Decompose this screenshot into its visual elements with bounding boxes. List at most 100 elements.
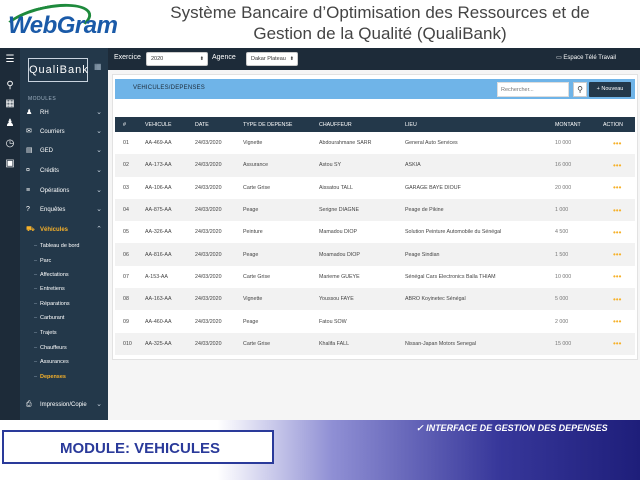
table-cell: Fatou SOW [319,318,347,325]
grid-icon[interactable]: ▦ [94,62,102,71]
table-cell: Assurance [235,154,311,177]
exercice-value: 2020 [151,56,164,62]
sidebar-item-vehicules[interactable]: ⛟ Véhicules ⌃ [20,223,108,237]
calendar-icon[interactable]: ▦ [4,98,16,110]
table-cell: 07 [123,273,129,280]
exercice-select[interactable]: 2020 ⬍ [146,52,208,66]
slide-title-line2: Gestion de la Qualité (QualiBank) [253,24,507,43]
sidebar-item-courriers[interactable]: ✉ Courriers ⌄ [20,125,108,139]
agence-label: Agence [212,54,236,61]
row-action-icon[interactable]: ••• [597,221,635,243]
print-icon: ⎙ [26,401,32,408]
icon-bar: ☰ ⚲ ▦ ♟ ◷ ▣ [0,48,20,420]
workspace-link[interactable]: ▭ Espace Télé Travail [556,54,616,61]
users-icon[interactable]: ♟ [4,118,16,130]
agence-select[interactable]: Dakar Plateau ⬍ [246,52,298,66]
search-button[interactable]: ⚲ [573,82,587,97]
sidebar-item-ged[interactable]: ▤ GED ⌄ [20,144,108,158]
slide-header: WebGram Système Bancaire d’Optimisation … [0,0,640,49]
table-cell: AA-460-AA [145,318,172,325]
table-cell: Vignette [235,288,311,311]
box-icon[interactable]: ▣ [4,158,16,170]
bullet-icon: – [34,301,38,307]
sidebar-item-label: RH [40,110,49,116]
sidebar-item-label: GED [40,148,54,154]
table-cell: 1 000 [547,198,597,222]
table-row: 010 AA-325-AA 24/03/2020 Carte Grise Khalifa… [115,332,635,355]
table-cell: 5 000 [547,288,597,311]
brand-logo[interactable]: QualiBank [28,58,88,82]
row-action-icon[interactable]: ••• [597,266,635,288]
row-action-icon[interactable]: ••• [597,198,635,222]
bullet-icon: – [34,315,38,321]
sidebar-item-operations[interactable]: ≡ Opérations ⌄ [20,184,108,198]
monitor-icon: ▭ [556,55,562,61]
webgram-logo: WebGram [0,0,118,49]
subnav-label: Trajets [40,330,57,336]
table-row: 07 A-153-AA 24/03/2020 Carte Grise Marieme G… [115,266,635,288]
menu-icon[interactable]: ☰ [4,54,16,66]
sidebar-item-rh[interactable]: ♟ RH ⌄ [20,106,108,120]
col-header: CHAUFFEUR [311,117,397,132]
table-row: 05 AA-326-AA 24/03/2020 Peinture Mamadou DIO… [115,221,635,243]
row-action-icon[interactable]: ••• [597,154,635,177]
table-cell: 24/03/2020 [187,198,235,222]
row-action-icon[interactable]: ••• [597,177,635,199]
table-row: 03 AA-106-AA 24/03/2020 Carte Grise Aissatou… [115,177,635,199]
table-cell: Aissatou TALL [319,184,353,191]
table-cell: 10 000 [555,273,572,280]
row-action-icon[interactable]: ••• [597,288,635,311]
logo-text: WebGram [8,12,118,39]
subnav-label: Parc [40,258,52,264]
table-cell: Serigne DIAGNE [311,198,397,222]
table-cell: AA-106-AA [145,184,172,191]
search-icon: ⚲ [577,85,583,94]
table-cell: Solution Peinture Automobile du Sénégal [405,229,502,236]
subnav-label: Assurances [40,359,69,365]
search-input[interactable] [497,82,569,97]
panel-header: VEHICULES/DEPENSES ⚲ + Nouveau [115,79,635,99]
search-icon[interactable]: ⚲ [4,80,16,92]
table-cell: A-153-AA [145,273,168,280]
sidebar-item-label: Courriers [40,129,65,135]
table-row: 06 AA-816-AA 24/03/2020 Peage Moamadou DIOP P… [115,243,635,266]
slide-title-line1: Système Bancaire d’Optimisation des Ress… [170,3,590,22]
new-button[interactable]: + Nouveau [589,82,631,97]
table-cell: Khalifa FALL [311,332,397,355]
table-cell: 2 000 [555,318,569,325]
table-cell: 24/03/2020 [187,154,235,177]
row-action-icon[interactable]: ••• [597,243,635,266]
table-cell: AA-875-AA [137,198,187,222]
row-action-icon[interactable]: ••• [597,132,635,154]
subnav-label: Chauffeurs [40,345,67,351]
table-cell: AA-173-AA [137,154,187,177]
depenses-panel: VEHICULES/DEPENSES ⚲ + Nouveau # VEHICUL… [112,74,638,360]
table-cell: Abdourahmane SARR [319,140,372,147]
app-window: ☰ ⚲ ▦ ♟ ◷ ▣ QualiBank ▦ MODULES ♟ RH ⌄ ✉… [0,48,640,420]
table-cell: Peinture [243,229,263,236]
row-action-icon[interactable]: ••• [597,310,635,332]
slide-title: Système Bancaire d’Optimisation des Ress… [120,2,640,44]
table-cell: AA-326-AA [145,229,172,236]
folder-icon: ▤ [26,147,33,154]
table-cell: Peage [235,198,311,222]
sidebar-item-impression[interactable]: ⎙ Impression/Copie ⌄ [20,398,108,412]
chevron-down-icon: ⌄ [96,187,102,194]
table-cell: GARAGE BAYE DIOUF [405,184,461,191]
table-cell: Carte Grise [235,332,311,355]
table-cell: 1 500 [547,243,597,266]
module-box: MODULE: VEHICULES [2,430,274,464]
sidebar-item-enquetes[interactable]: ? Enquêtes ⌄ [20,203,108,217]
module-label: MODULE: VEHICULES [60,440,221,457]
check-icon: ✓ [416,423,424,433]
table-row: 08 AA-163-AA 24/03/2020 Vignette Youssou FAY… [115,288,635,311]
chevron-up-icon: ⌃ [96,226,102,233]
table-cell: Marieme GUEYE [319,273,360,280]
table-cell: 03 [123,184,129,191]
row-action-icon[interactable]: ••• [597,332,635,355]
table-cell: 04 [115,198,137,222]
table-cell: 24/03/2020 [195,273,222,280]
timer-icon[interactable]: ◷ [4,138,16,150]
sidebar-item-credits[interactable]: ¤ Crédits ⌄ [20,164,108,178]
sidebar-item-label: Véhicules [40,227,69,233]
